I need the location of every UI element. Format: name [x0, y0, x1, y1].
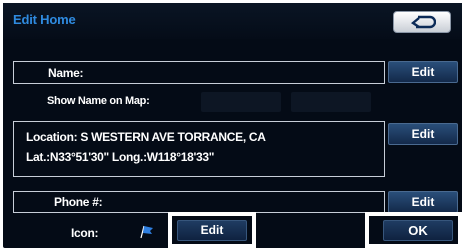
edit-name-button[interactable]: Edit	[388, 61, 458, 83]
edit-phone-button[interactable]: Edit	[388, 191, 458, 213]
location-coordinates: Lat.:N33°51'30" Long.:W118°18'33"	[26, 150, 215, 164]
edit-location-button[interactable]: Edit	[388, 123, 458, 145]
edit-icon-highlight: Edit	[168, 212, 256, 248]
phone-row: Phone #:	[13, 191, 385, 213]
icon-row: Icon:	[13, 220, 173, 246]
back-button[interactable]	[393, 11, 451, 33]
show-name-row: Show Name on Map:	[13, 90, 385, 114]
name-label: Name:	[48, 66, 84, 80]
show-name-on-toggle[interactable]	[201, 92, 281, 112]
return-arrow-icon	[410, 15, 436, 29]
screen: Edit Home Name: Edit Show Name on Map: L…	[0, 0, 465, 251]
blue-flag-icon	[140, 225, 153, 239]
ok-button[interactable]: OK	[383, 220, 453, 241]
show-name-off-toggle[interactable]	[291, 92, 371, 112]
page-title: Edit Home	[13, 12, 76, 27]
icon-label: Icon:	[71, 226, 99, 240]
name-row: Name:	[13, 61, 385, 84]
edit-icon-button[interactable]: Edit	[177, 220, 247, 241]
ok-highlight: OK	[365, 212, 462, 248]
location-address: Location: S WESTERN AVE TORRANCE, CA	[26, 130, 266, 144]
show-name-label: Show Name on Map:	[47, 95, 150, 107]
title-bar: Edit Home	[3, 3, 462, 39]
phone-label: Phone #:	[54, 195, 103, 209]
location-row: Location: S WESTERN AVE TORRANCE, CA Lat…	[13, 121, 385, 177]
